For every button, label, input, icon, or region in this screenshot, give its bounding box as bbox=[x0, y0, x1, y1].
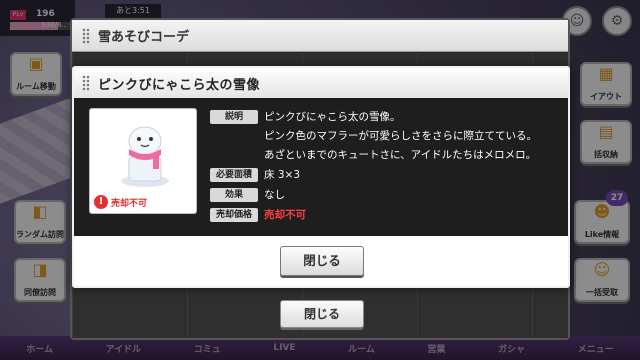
area-value: 床 3×3 bbox=[264, 169, 300, 181]
not-for-sale-badge: ! 売却不可 bbox=[94, 195, 147, 209]
dialog-footer: 閉じる bbox=[74, 236, 568, 286]
item-detail-dialog: ピンクびにゃこら太の雪像 ! 売却不可 説明 ピンクびにゃこら太の雪像。 ピンク… bbox=[72, 66, 570, 288]
effect-label: 効果 bbox=[210, 188, 258, 202]
price-value: 売却不可 bbox=[264, 209, 306, 221]
grip-icon bbox=[82, 75, 90, 91]
description-line: ピンクびにゃこら太の雪像。 bbox=[264, 111, 401, 123]
price-label: 売却価格 bbox=[210, 208, 258, 222]
close-button[interactable]: 閉じる bbox=[280, 246, 364, 276]
area-row: 必要面積 床 3×3 bbox=[210, 168, 300, 182]
snow-statue-icon bbox=[121, 126, 169, 187]
description-line: ピンク色のマフラーが可愛らしさをさらに際立てている。 bbox=[264, 130, 537, 142]
warning-icon: ! bbox=[94, 195, 108, 209]
description-label: 説明 bbox=[210, 110, 258, 124]
description-line: あざといまでのキュートさに、アイドルたちはメロメロ。 bbox=[264, 149, 537, 161]
price-row: 売却価格 売却不可 bbox=[210, 208, 306, 222]
description-text: ピンクびにゃこら太の雪像。 ピンク色のマフラーが可愛らしさをさらに際立てている。… bbox=[264, 110, 537, 162]
item-thumbnail: ! 売却不可 bbox=[89, 108, 197, 214]
dialog-titlebar: ピンクびにゃこら太の雪像 bbox=[74, 68, 568, 98]
description-row: 説明 ピンクびにゃこら太の雪像。 ピンク色のマフラーが可愛らしさをさらに際立てて… bbox=[210, 110, 537, 162]
back-close-button[interactable]: 閉じる bbox=[280, 300, 364, 328]
area-label: 必要面積 bbox=[210, 168, 258, 182]
coordinate-panel-titlebar: 雪あそびコーデ bbox=[72, 20, 568, 52]
grip-icon bbox=[82, 27, 90, 44]
effect-value: なし bbox=[264, 189, 285, 201]
dialog-title: ピンクびにゃこら太の雪像 bbox=[98, 77, 261, 93]
coordinate-panel-title: 雪あそびコーデ bbox=[98, 30, 190, 45]
not-for-sale-text: 売却不可 bbox=[111, 198, 148, 209]
effect-row: 効果 なし bbox=[210, 188, 285, 202]
